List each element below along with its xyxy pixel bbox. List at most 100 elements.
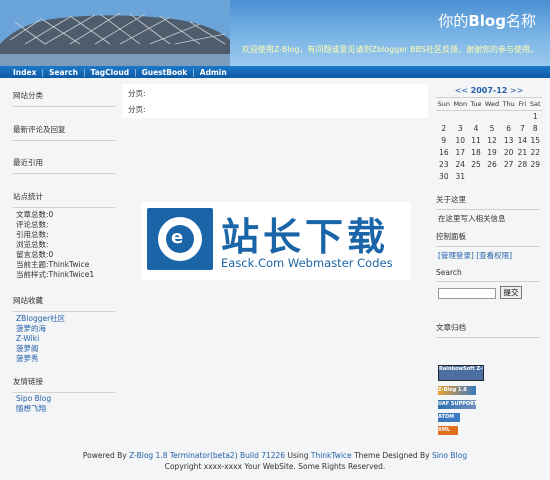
- calendar-day: [469, 171, 483, 183]
- calendar: << 2007-12 >> Sun Mon Tue Wed Thu Fri Sa…: [436, 86, 542, 183]
- control-panel-links[interactable]: [管理登录] [查看权限]: [438, 250, 512, 261]
- stat-theme: 当前主题:ThinkTwice: [16, 260, 90, 269]
- calendar-header: << 2007-12 >>: [436, 86, 542, 95]
- site-footer: Powered By Z-Blog 1.8 Terminator(beta2) …: [0, 450, 550, 472]
- calendar-day: [469, 111, 483, 123]
- footer-zblog-link[interactable]: Z-Blog 1.8 Terminator(beta2) Build 71226: [129, 451, 285, 460]
- categories-title: 网站分类: [13, 90, 115, 107]
- footer-powered-line: Powered By Z-Blog 1.8 Terminator(beta2) …: [0, 450, 550, 461]
- calendar-day: 12: [487, 136, 497, 145]
- footer-text: Using: [287, 451, 309, 460]
- nav-admin[interactable]: Admin: [195, 68, 232, 77]
- favorite-link[interactable]: 菠萝秀: [16, 354, 65, 364]
- footer-text: Powered By: [82, 451, 127, 460]
- calendar-day: 5: [489, 124, 495, 133]
- blog-name-bold: Blog: [468, 12, 506, 30]
- watermark-banner: e 站长下载 Easck.Com Webmaster Codes: [141, 202, 411, 280]
- xml-badge[interactable]: XML: [438, 426, 458, 435]
- nav-guestbook[interactable]: GuestBook: [137, 68, 193, 77]
- friend-links-list: Sipo Blog 随想飞翔: [16, 394, 51, 414]
- calendar-day: 1: [532, 112, 538, 122]
- calendar-day: [452, 111, 469, 123]
- welcome-message: 欢迎使用Z-Blog，有问题或意见请到Zblogger BBS社区反馈，谢谢您的…: [241, 45, 538, 54]
- calendar-week-row: 1: [436, 111, 542, 123]
- favorite-link[interactable]: ZBlogger社区: [16, 314, 65, 324]
- stat-views: 浏览总数:: [16, 240, 49, 249]
- footer-theme-link[interactable]: ThinkTwice: [311, 451, 352, 460]
- atom-badge[interactable]: ATOM: [438, 413, 460, 422]
- zblog-badge[interactable]: RainbowSoft Z-Blog: [438, 365, 484, 381]
- stat-guestbook: 留言总数:0: [16, 250, 54, 259]
- favorites-title: 网站收藏: [13, 295, 115, 312]
- pagination-label: 分页:: [128, 89, 146, 98]
- calendar-next-button[interactable]: >>: [510, 86, 523, 95]
- calendar-day: 23: [439, 160, 449, 169]
- friend-link[interactable]: Sipo Blog: [16, 394, 51, 404]
- easck-logo-icon: e: [147, 208, 213, 270]
- calendar-day: 18: [471, 148, 481, 157]
- friend-links-title: 友情链接: [13, 376, 115, 393]
- calendar-day: 22: [530, 148, 540, 157]
- calendar-day: [436, 111, 452, 123]
- calendar-day: 31: [455, 172, 466, 181]
- favorite-link[interactable]: 菠萝阁: [16, 344, 65, 354]
- calendar-week-row: 30 31: [436, 171, 542, 183]
- calendar-day: 7: [520, 124, 525, 133]
- control-panel-title: 控制面板: [436, 231, 540, 247]
- blog-name-prefix: 你的: [438, 12, 469, 30]
- calendar-week-row: 9 10 11 12 13 14 15: [436, 135, 542, 147]
- site-stats-list: 文章总数:0 评论总数: 引用总数: 浏览总数: 留言总数:0 当前主题:Thi…: [16, 210, 94, 280]
- footer-copyright: Copyright xxxx-xxxx Your WebSite. Some R…: [164, 462, 386, 471]
- calendar-day: 6: [506, 124, 512, 133]
- calendar-day: 24: [455, 160, 466, 169]
- friend-link[interactable]: 随想飞翔: [16, 404, 51, 414]
- calendar-day: 21: [517, 148, 528, 157]
- nav-index[interactable]: Index: [8, 68, 41, 77]
- calendar-day: 15: [530, 136, 540, 145]
- search-submit-button[interactable]: 提交: [500, 286, 522, 299]
- pagination-label: 分页:: [128, 105, 146, 114]
- favorite-link[interactable]: Z-Wiki: [16, 334, 65, 344]
- uaf-badge[interactable]: UAF SUPPORT: [438, 400, 476, 409]
- footer-designer-link[interactable]: Sino Blog: [432, 451, 467, 460]
- favorites-list: ZBlogger社区 菠萝的海 Z-Wiki 菠萝阁 菠萝秀: [16, 314, 65, 364]
- calendar-prev-button[interactable]: <<: [455, 86, 468, 95]
- calendar-day: [516, 171, 528, 183]
- calendar-day: [483, 171, 501, 183]
- weekday-label: Wed: [484, 100, 500, 108]
- calendar-grid: Sun Mon Tue Wed Thu Fri Sat 1 2345678 91…: [436, 97, 542, 183]
- calendar-day: 19: [487, 148, 497, 157]
- recent-trackbacks-title: 最近引用: [13, 157, 115, 174]
- calendar-day: 29: [530, 160, 540, 169]
- calendar-week-row: 16 17 18 19 20 21 22: [436, 147, 542, 159]
- archives-title: 文章归档: [436, 322, 540, 338]
- zblog-version-badge[interactable]: Z-Blog 1.8: [438, 386, 476, 395]
- left-sidebar: 网站分类 最新评论及回复 最近引用 站点统计 文章总数:0 评论总数: 引用总数…: [8, 80, 118, 442]
- nav-tagcloud[interactable]: TagCloud: [86, 68, 135, 77]
- calendar-day: 9: [441, 136, 447, 145]
- weekday-label: Mon: [453, 100, 468, 108]
- about-text: 在这里写入相关信息: [438, 214, 506, 223]
- main-content: 分页: 分页:: [122, 84, 428, 118]
- calendar-day: 20: [503, 148, 514, 157]
- calendar-day: 11: [471, 136, 481, 145]
- calendar-day: [528, 171, 542, 183]
- site-stats-title: 站点统计: [13, 191, 115, 208]
- search-title: Search: [436, 268, 540, 282]
- recent-comments-title: 最新评论及回复: [13, 124, 115, 141]
- stat-articles: 文章总数:0: [16, 210, 54, 219]
- watermark-chinese-text: 站长下载: [221, 215, 390, 259]
- calendar-day: 10: [455, 136, 466, 145]
- search-input[interactable]: [438, 288, 496, 299]
- calendar-week-row: 23 24 25 26 27 28 29: [436, 159, 542, 171]
- blog-name[interactable]: 你的Blog名称: [438, 10, 536, 31]
- favorite-link[interactable]: 菠萝的海: [16, 324, 65, 334]
- nav-search[interactable]: Search: [44, 68, 83, 77]
- calendar-day: 17: [455, 148, 466, 157]
- weekday-label: Tue: [470, 100, 482, 108]
- calendar-day: 8: [532, 124, 538, 133]
- top-nav: Index | Search | TagCloud | GuestBook | Admi…: [0, 66, 550, 78]
- calendar-weekday-row: Sun Mon Tue Wed Thu Fri Sat: [436, 97, 542, 111]
- calendar-week-row: 2 3 4 5 678: [436, 123, 542, 135]
- about-title: 关于这里: [436, 194, 540, 210]
